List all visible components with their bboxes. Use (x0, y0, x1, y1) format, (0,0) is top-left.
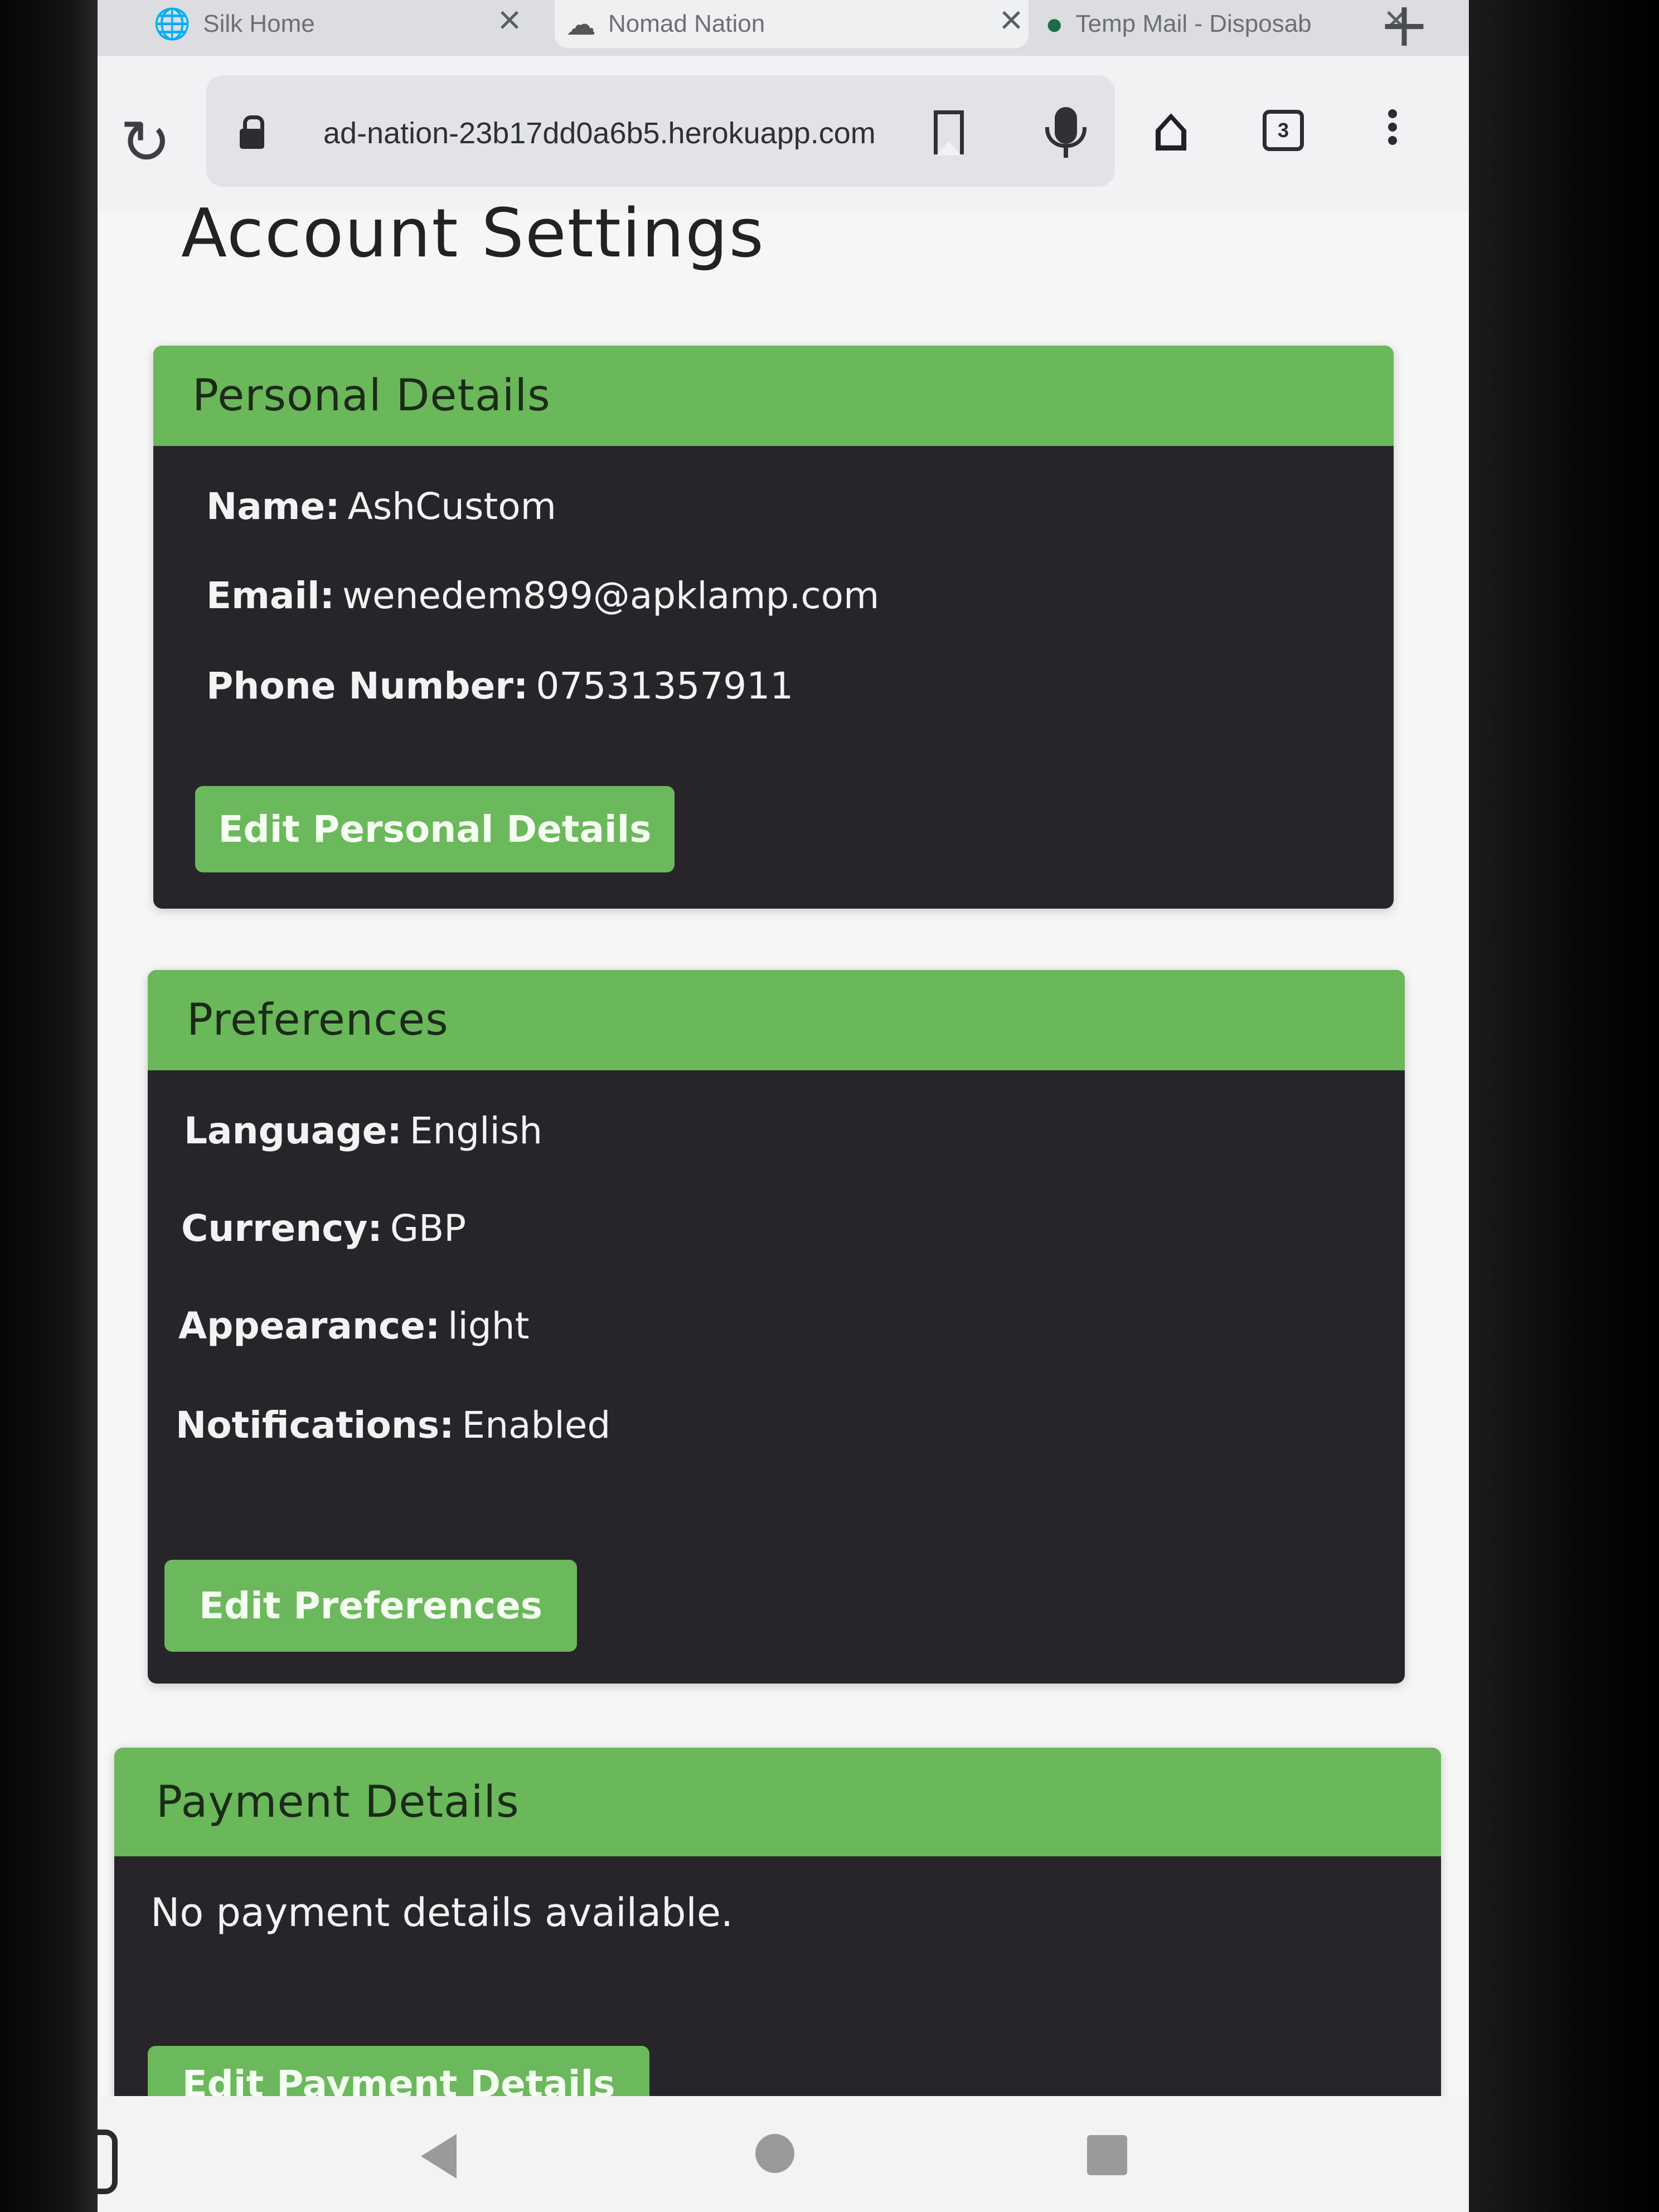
preferences-heading: Preferences (148, 970, 1405, 1070)
lock-icon[interactable] (240, 115, 264, 149)
page-content: Account Settings Personal Details Name: A… (98, 195, 1469, 2212)
browser-toolbar: ↻ ad-nation-23b17dd0a6b5.herokuapp.com ⌂… (98, 56, 1469, 212)
close-icon[interactable]: × (498, 0, 521, 40)
phone-row: Phone Number: 07531357911 (206, 664, 793, 707)
tab-title: Silk Home (203, 10, 315, 37)
dot-icon: ● (1045, 7, 1064, 41)
device-bezel-left (0, 0, 100, 2212)
more-menu-icon[interactable] (1388, 105, 1397, 149)
phone-value: 07531357911 (536, 664, 794, 707)
personal-details-heading: Personal Details (153, 346, 1394, 446)
tab-silk-home[interactable]: 🌐 Silk Home × (153, 0, 521, 48)
globe-icon: 🌐 (153, 7, 191, 41)
notifications-row: Notifications: Enabled (176, 1404, 610, 1447)
name-label: Name: (206, 485, 340, 528)
tab-temp-mail[interactable]: ● Temp Mail - Disposab × (1045, 0, 1430, 48)
system-navigation-bar (98, 2096, 1469, 2212)
home-circle-icon[interactable] (755, 2134, 794, 2173)
bookmark-icon[interactable] (934, 110, 964, 156)
device-bezel-right (1469, 0, 1659, 2212)
phone-label: Phone Number: (206, 664, 528, 707)
name-value: AshCustom (347, 485, 556, 528)
email-label: Email: (206, 574, 335, 617)
edit-personal-details-button[interactable]: Edit Personal Details (195, 786, 675, 872)
email-row: Email: wenedem899@apklamp.com (206, 574, 879, 617)
language-row: Language: English (184, 1109, 542, 1152)
new-tab-icon[interactable]: + (1379, 0, 1430, 60)
email-value: wenedem899@apklamp.com (342, 574, 880, 617)
name-row: Name: AshCustom (206, 485, 556, 528)
browser-tab-strip: 🌐 Silk Home × ☁ Nomad Nation × ● Temp Ma… (98, 0, 1469, 60)
back-icon[interactable] (421, 2134, 457, 2179)
page-title: Account Settings (181, 195, 765, 273)
appearance-label: Appearance: (178, 1304, 440, 1347)
tab-count-button[interactable]: 3 (1263, 110, 1304, 151)
app-shortcut-icon[interactable] (98, 2129, 118, 2194)
recent-apps-icon[interactable] (1087, 2135, 1127, 2175)
preferences-card: Preferences Language: English Currency: GB… (148, 970, 1405, 1684)
appearance-row: Appearance: light (178, 1304, 530, 1347)
microphone-icon[interactable] (1045, 107, 1086, 158)
notifications-value: Enabled (462, 1404, 611, 1447)
personal-details-card: Personal Details Name: AshCustom Email: we… (153, 346, 1394, 909)
reload-icon[interactable]: ↻ (120, 111, 171, 173)
edit-preferences-button[interactable]: Edit Preferences (164, 1560, 577, 1652)
url-text[interactable]: ad-nation-23b17dd0a6b5.herokuapp.com (323, 116, 876, 151)
tab-title: Nomad Nation (608, 10, 765, 37)
close-icon[interactable]: × (1000, 0, 1023, 40)
device-screen: 🌐 Silk Home × ☁ Nomad Nation × ● Temp Ma… (98, 0, 1469, 2212)
currency-value: GBP (390, 1207, 467, 1250)
no-payment-text: No payment details available. (151, 1890, 734, 1936)
payment-details-heading: Payment Details (114, 1748, 1441, 1856)
tab-title: Temp Mail - Disposab (1075, 10, 1312, 37)
language-label: Language: (184, 1109, 402, 1152)
language-value: English (409, 1109, 543, 1152)
home-icon[interactable]: ⌂ (1151, 98, 1191, 161)
tab-nomad-nation[interactable]: ☁ Nomad Nation × (555, 0, 1029, 48)
notifications-label: Notifications: (176, 1404, 454, 1447)
cloud-icon: ☁ (566, 7, 596, 41)
appearance-value: light (448, 1304, 530, 1347)
currency-row: Currency: GBP (181, 1207, 466, 1250)
currency-label: Currency: (181, 1207, 382, 1250)
